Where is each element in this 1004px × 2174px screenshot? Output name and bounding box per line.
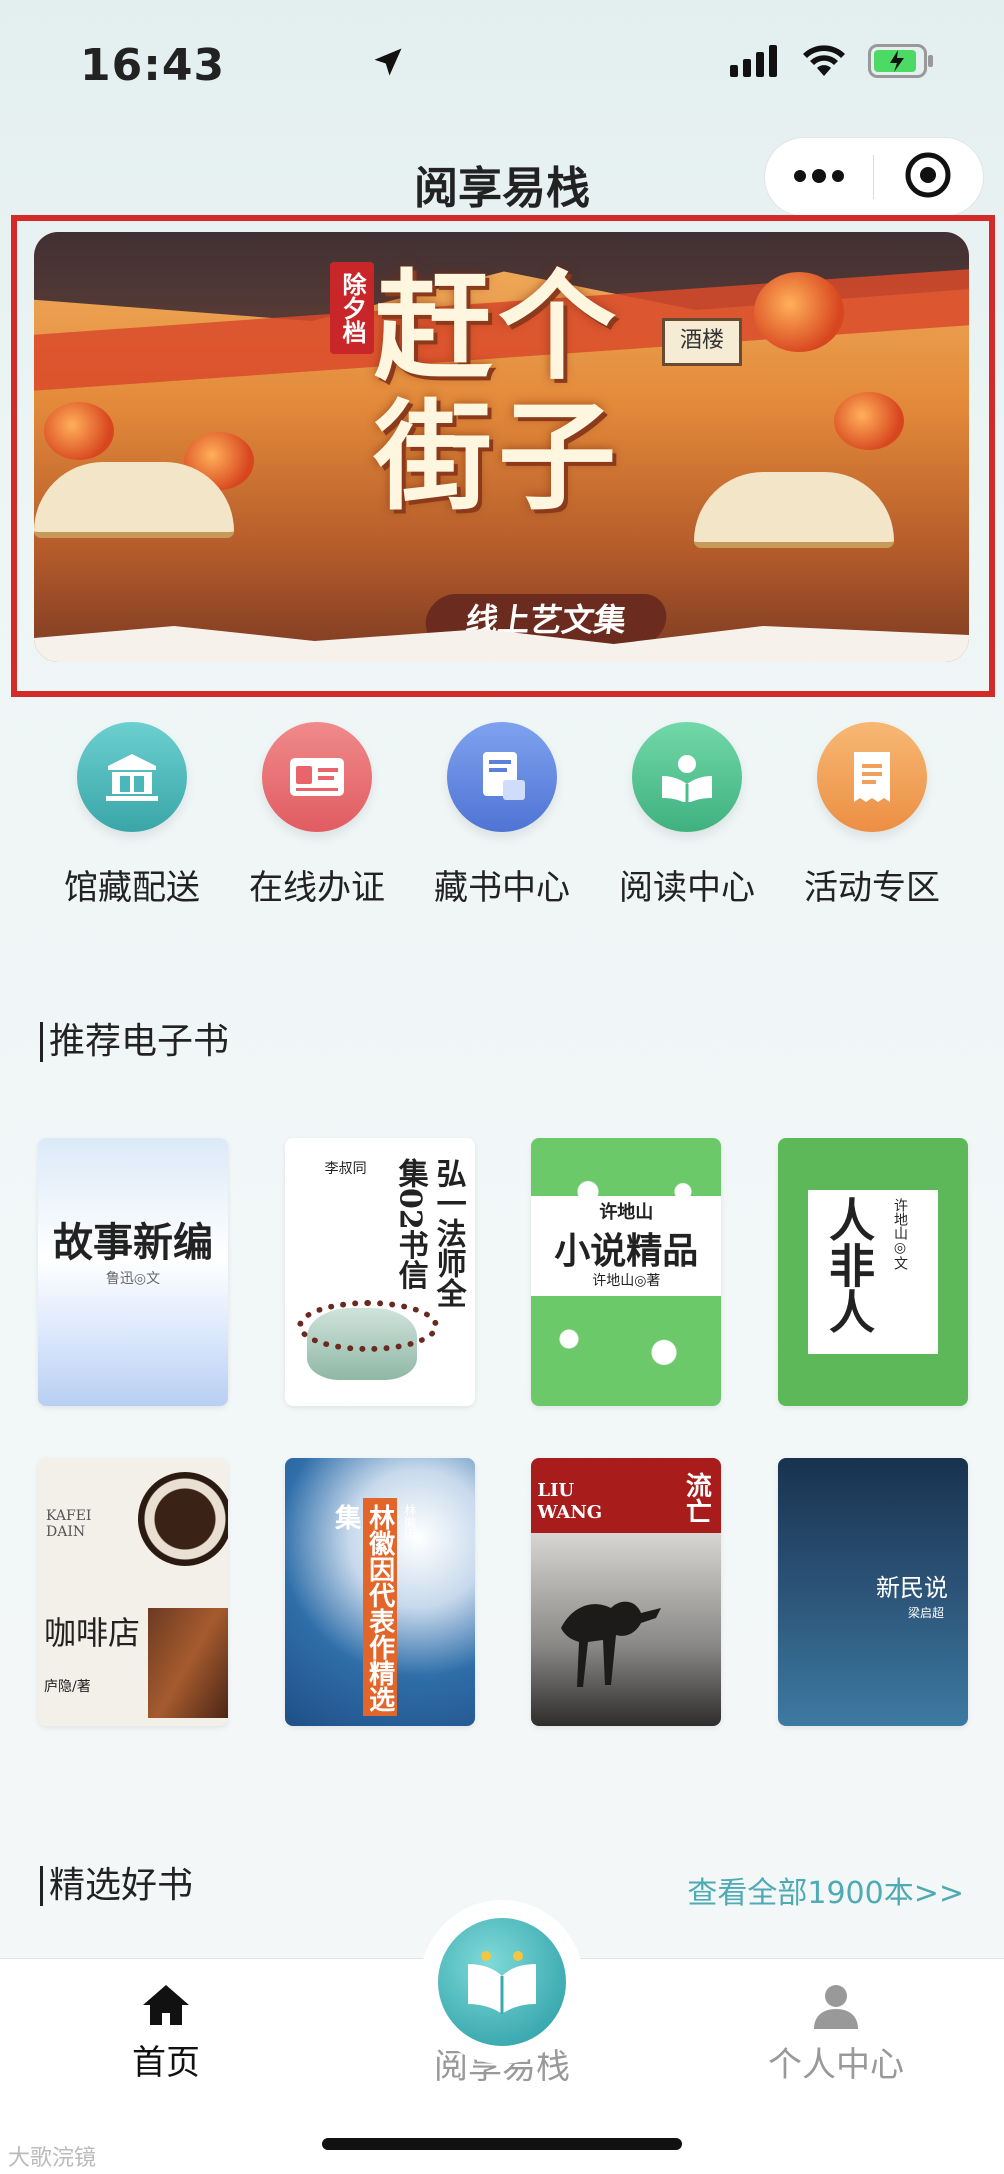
- banner-title: 赶个街子: [374, 258, 623, 526]
- book-author: 许地山◎文: [891, 1198, 908, 1270]
- more-dots-icon: [793, 168, 845, 187]
- target-icon: [904, 151, 952, 203]
- entry-label: 藏书中心: [434, 868, 570, 908]
- entry-activity-zone[interactable]: 活动专区: [780, 722, 964, 909]
- book-author: 梁启超: [907, 1606, 944, 1620]
- book-card[interactable]: 新民说 梁启超: [777, 1458, 968, 1726]
- entry-label: 阅读中心: [619, 868, 755, 908]
- book-title: 小说精品: [554, 1230, 699, 1272]
- ebooks-row-1: 故事新编 鲁迅◎文 李叔同 弘一法师全集02书信 许地山 小说精品 许地山◎著 …: [38, 1138, 968, 1406]
- camel-icon: [551, 1578, 671, 1688]
- watermark: 大歌浣镜: [8, 2146, 97, 2171]
- location-arrow-icon: [370, 44, 406, 84]
- library-icon: [77, 722, 187, 832]
- entry-collection-delivery[interactable]: 馆藏配送: [40, 722, 224, 909]
- beads-icon: [296, 1300, 439, 1352]
- book-card[interactable]: 故事新编 鲁迅◎文: [38, 1138, 228, 1406]
- ebooks-section-title: 推荐电子书: [40, 1022, 229, 1062]
- book-author: 许地山◎著: [592, 1273, 661, 1289]
- book-title: 林徽因代表作精选集: [330, 1504, 395, 1712]
- book-author: 李叔同: [324, 1161, 367, 1177]
- tab-profile[interactable]: 个人中心: [736, 1983, 936, 2086]
- id-card-icon: [262, 722, 372, 832]
- receipt-icon: [817, 722, 927, 832]
- home-icon: [141, 1985, 191, 2031]
- book-card[interactable]: 林徽因代表作精选集 林徽因: [284, 1458, 475, 1726]
- banner[interactable]: 除夕档 赶个街子 酒楼 线上艺文集: [34, 232, 969, 662]
- banner-tag: 除夕档: [330, 262, 374, 354]
- wifi-icon: [802, 44, 846, 82]
- book-title: 流亡: [681, 1472, 712, 1524]
- book-card[interactable]: 许地山 小说精品 许地山◎著: [531, 1138, 722, 1406]
- book-card[interactable]: KAFEI DAIN 咖啡店 庐隐/著: [38, 1458, 228, 1726]
- umbrella-icon: [34, 462, 234, 538]
- close-program-button[interactable]: [874, 138, 982, 216]
- reader-icon: [632, 722, 742, 832]
- book-kicker: LIU WANG: [537, 1480, 603, 1523]
- book-title: 咖啡店: [44, 1614, 141, 1652]
- status-time: 16:43: [80, 40, 226, 91]
- signal-icon: [730, 45, 780, 81]
- entry-label: 在线办证: [249, 868, 385, 908]
- open-book-icon: [438, 1918, 566, 2046]
- tab-label: 首页: [132, 2043, 200, 2083]
- entry-online-card[interactable]: 在线办证: [225, 722, 409, 909]
- status-icons: [374, 44, 934, 82]
- entry-reading-center[interactable]: 阅读中心: [595, 722, 779, 909]
- quick-entries: 馆藏配送 在线办证 藏书中心 阅读中心 活动专区: [40, 722, 964, 909]
- more-button[interactable]: [765, 138, 873, 216]
- book-title: 故事新编: [53, 1219, 213, 1266]
- book-title: 新民说: [875, 1574, 948, 1602]
- book-card[interactable]: 李叔同 弘一法师全集02书信: [284, 1138, 475, 1406]
- user-icon: [811, 1985, 861, 2033]
- umbrella-icon: [694, 472, 894, 548]
- book-kicker: 许地山: [599, 1202, 654, 1223]
- ebooks-row-2: KAFEI DAIN 咖啡店 庐隐/著 林徽因代表作精选集 林徽因 LIU WA…: [38, 1458, 968, 1726]
- coffee-cup-icon: [138, 1472, 228, 1566]
- book-kicker: KAFEI DAIN: [46, 1508, 92, 1540]
- lantern-icon: [754, 272, 844, 352]
- entry-book-center[interactable]: 藏书中心: [410, 722, 594, 909]
- book-stack-icon: [447, 722, 557, 832]
- banner-sign: 酒楼: [662, 318, 742, 366]
- tab-home[interactable]: 首页: [66, 1983, 266, 2084]
- book-author: 鲁迅◎文: [105, 1271, 161, 1287]
- book-card[interactable]: 人非人 许地山◎文: [777, 1138, 968, 1406]
- entry-label: 馆藏配送: [64, 868, 200, 908]
- mini-program-capsule: [764, 137, 984, 217]
- book-author: 庐隐/著: [44, 1679, 91, 1695]
- tab-label: 个人中心: [768, 2045, 904, 2085]
- picks-section-title: 精选好书: [40, 1866, 193, 1906]
- home-indicator: [322, 2138, 682, 2150]
- book-card[interactable]: LIU WANG 流亡: [531, 1458, 722, 1726]
- lantern-icon: [44, 402, 114, 460]
- view-all-link[interactable]: 查看全部1900本>>: [687, 1868, 964, 1912]
- battery-icon: [868, 44, 934, 82]
- center-tab-button[interactable]: [420, 1900, 584, 2064]
- cinnamon-icon: [148, 1608, 228, 1718]
- lantern-icon: [834, 392, 904, 450]
- book-title: 人非人: [821, 1196, 876, 1334]
- book-author: 林徽因: [402, 1504, 417, 1540]
- entry-label: 活动专区: [804, 868, 940, 908]
